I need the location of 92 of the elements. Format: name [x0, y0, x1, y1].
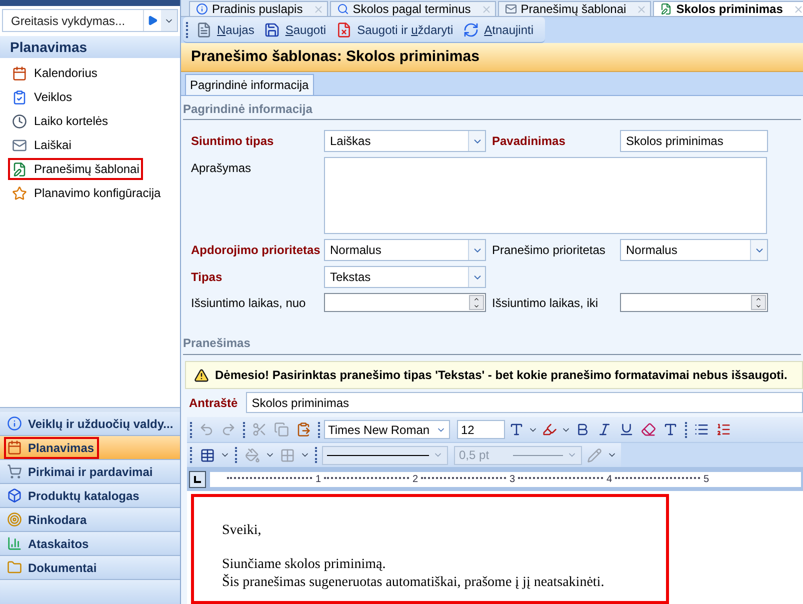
nav-item[interactable]: Planavimo konfigūracija — [8, 182, 165, 204]
field-label: Siuntimo tipas — [191, 133, 274, 150]
field-label: Pavadinimas — [492, 133, 566, 150]
highlight-icon[interactable] — [542, 422, 557, 437]
toolbar-button[interactable]: Naujas — [191, 18, 260, 40]
target-icon — [7, 512, 22, 527]
bullet-list-icon[interactable] — [694, 422, 709, 437]
field-label: Pranešimo prioritetas — [492, 242, 606, 259]
text-field[interactable]: Skolos priminimas — [620, 130, 768, 152]
toolbar-button[interactable]: Saugoti — [259, 18, 332, 40]
document-tab[interactable]: Skolos priminimas — [653, 1, 803, 16]
tab-stop-button[interactable] — [189, 470, 206, 488]
save-close-icon — [336, 22, 352, 38]
info-icon — [7, 416, 22, 431]
dropdown-field[interactable]: Tekstas — [324, 266, 486, 288]
document-tab[interactable]: Skolos pagal terminus — [330, 1, 496, 16]
group-header: Planavimas — [0, 36, 180, 58]
document-line: Sveiki, — [222, 522, 262, 540]
table-icon[interactable] — [200, 448, 215, 462]
module-button[interactable]: Ataskaitos — [0, 532, 180, 556]
ruler-number: 3 — [509, 472, 515, 486]
play-icon — [147, 15, 158, 26]
save-icon — [264, 22, 280, 38]
clock-icon — [12, 114, 27, 128]
bold-icon[interactable] — [575, 422, 590, 437]
spin-field[interactable] — [620, 293, 768, 312]
spin-field[interactable] — [324, 293, 486, 312]
document-tab[interactable]: Pradinis puslapis — [189, 1, 328, 16]
document-line: Šis pranešimas sugeneruotas automatiškai, prašome į jį neatsakinėti. — [222, 574, 606, 592]
folder-icon — [7, 560, 22, 575]
dropdown-field[interactable]: Laiškas — [324, 130, 486, 152]
envelope-icon — [504, 3, 517, 15]
field-label: Aprašymas — [191, 160, 252, 177]
module-button[interactable]: Rinkodara — [0, 508, 180, 532]
toolbar-button[interactable]: Saugoti ir uždaryti — [331, 18, 458, 40]
star-icon — [12, 186, 27, 200]
document-tab[interactable]: Pranešimų šablonai — [498, 1, 652, 16]
envelope-icon — [12, 138, 27, 152]
calendar-icon — [12, 66, 27, 80]
clear-format-icon[interactable] — [641, 422, 656, 437]
warning-text: Dėmesio! Pasirinktas pranešimo tipas 'Tekstas' - bet kokie pranešimo formatavimai nebus išsaugoti. — [215, 367, 788, 384]
clipboard-check-icon — [12, 90, 27, 104]
calendar-icon — [7, 440, 22, 455]
document-line: Siunčiame skolos priminimą. — [222, 556, 387, 574]
nav-item[interactable]: Laiškai — [8, 134, 76, 156]
module-button[interactable]: Planavimas — [0, 436, 180, 460]
font-icon[interactable] — [663, 422, 678, 437]
line-style-dropdown[interactable] — [322, 446, 448, 464]
module-button[interactable]: Veiklų ir užduočių valdy... — [0, 412, 180, 436]
refresh-icon — [463, 22, 480, 38]
field-label: Antraštė — [189, 394, 238, 412]
warning-icon — [194, 368, 209, 382]
font-size-field[interactable]: 12 — [457, 420, 505, 439]
field-label: Išsiuntimo laikas, nuo — [191, 294, 306, 312]
numbered-list-icon[interactable] — [716, 422, 731, 437]
section-title: Pranešimas — [183, 334, 801, 355]
cart-icon — [7, 464, 22, 479]
nav-item[interactable]: Laiko kortelės — [8, 110, 112, 132]
ruler-number: 1 — [315, 472, 321, 486]
pencil-document-icon — [12, 162, 27, 176]
document-icon — [196, 22, 212, 38]
nav-item[interactable]: Pranešimų šablonai — [8, 158, 144, 180]
font-dropdown[interactable]: Times New Roman — [324, 420, 450, 439]
module-button[interactable]: Produktų katalogas — [0, 484, 180, 508]
cube-icon — [7, 488, 22, 503]
field-label: Apdorojimo prioritetas — [191, 242, 320, 259]
ruler-number: 2 — [412, 472, 418, 486]
italic-icon[interactable] — [597, 422, 612, 437]
form-title-bar: Pranešimo šablonas: Skolos priminimas — [181, 43, 803, 72]
tab-stop-icon — [194, 476, 201, 482]
module-button[interactable]: Pirkimai ir pardavimai — [0, 460, 180, 484]
ruler-number: 5 — [703, 472, 709, 486]
form-tab[interactable]: Pagrindinė informacija — [185, 74, 314, 95]
toolbar-button[interactable]: Atnaujinti — [458, 18, 539, 40]
nav-item[interactable]: Veiklos — [8, 86, 76, 108]
font-color-icon[interactable] — [509, 422, 524, 437]
module-button[interactable]: Dokumentai — [0, 556, 180, 580]
quick-run-field[interactable]: Greitasis vykdymas... — [2, 9, 178, 32]
dropdown-field[interactable]: Normalus — [324, 239, 486, 261]
field-label: Išsiuntimo laikas, iki — [492, 294, 598, 312]
nav-item[interactable]: Kalendorius — [8, 62, 102, 84]
subject-field[interactable]: Skolos priminimas — [246, 392, 803, 413]
pencil-document-icon — [660, 3, 672, 15]
ruler-number: 4 — [606, 472, 612, 486]
section-title: Pagrindinė informacija — [183, 100, 801, 120]
chart-icon — [7, 536, 22, 551]
search-icon — [336, 3, 349, 15]
paste-icon[interactable] — [296, 422, 311, 437]
dropdown-field[interactable]: Normalus — [620, 239, 768, 261]
field-label: Tipas — [191, 269, 222, 286]
info-icon — [196, 3, 208, 15]
underline-icon[interactable] — [619, 422, 634, 437]
